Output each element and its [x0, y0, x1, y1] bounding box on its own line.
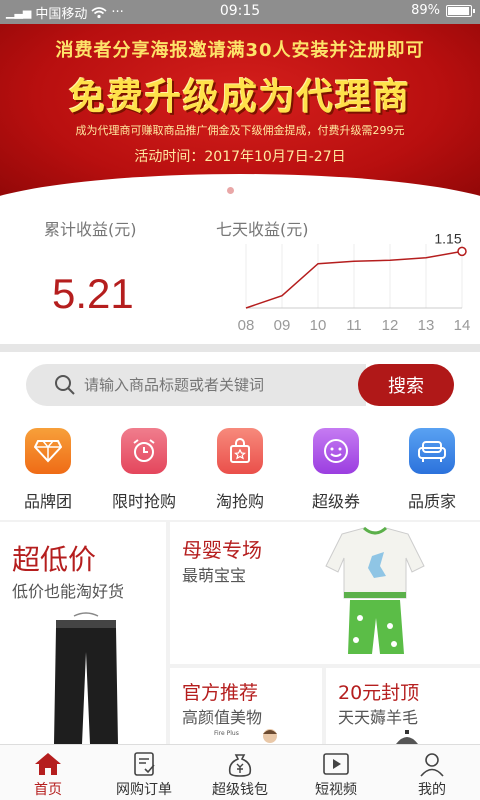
category-label: 超级券 [311, 492, 360, 511]
clock: 09:15 [219, 3, 261, 19]
promo-banner[interactable]: 消费者分享海报邀请满30人安装并注册即可 免费升级成为代理商 成为代理商可赚取商… [0, 24, 480, 204]
smiley-coupon-icon [313, 428, 359, 474]
category-label: 淘抢购 [215, 492, 264, 511]
tile-subtitle: 天天薅羊毛 [338, 708, 419, 727]
category-label: 品牌团 [23, 492, 72, 511]
section-divider [0, 344, 480, 352]
total-earnings-value: 5.21 [52, 270, 134, 317]
category-row: 品牌团 限时抢购 淘抢购 超级券 品质家 [0, 420, 480, 520]
diamond-icon [25, 428, 71, 474]
alarm-clock-icon [121, 428, 167, 474]
tile-title: 超低价 [12, 543, 97, 576]
battery-icon [446, 4, 475, 17]
chart-tick-label: 10 [310, 317, 327, 334]
user-icon [420, 753, 444, 777]
tile-super-low-price[interactable]: 超低价 低价也能淘好货 [0, 522, 166, 744]
chart-data-label: 1.15 [434, 234, 461, 246]
order-icon [134, 752, 155, 776]
category-label: 品质家 [407, 492, 456, 511]
banner-headline: 消费者分享海报邀请满30人安装并注册即可 [55, 40, 425, 61]
carousel-dots [0, 187, 480, 194]
earnings-panel: 累计收益(元) 5.21 七天收益(元) 1.15 08 09 10 11 12 13 14 [0, 204, 480, 344]
category-taoqiang[interactable]: 淘抢购 [192, 420, 288, 520]
tile-subtitle: 高颜值美物 [182, 708, 263, 727]
banner-title: 免费升级成为代理商 [68, 77, 411, 118]
video-icon [323, 753, 349, 775]
tab-home[interactable]: 首页 [0, 745, 96, 800]
search-icon [55, 375, 75, 395]
chart-tick-label: 11 [346, 317, 362, 334]
money-bag-icon [228, 754, 252, 777]
category-flash-sale[interactable]: 限时抢购 [96, 420, 192, 520]
promo-grid: 超低价 低价也能淘好货 母婴专场 最萌宝宝 官方推荐 高颜值美物 Fire Pl… [0, 522, 480, 744]
brand-tag: Fire Plus [214, 730, 239, 737]
tile-subtitle: 低价也能淘好货 [12, 582, 125, 601]
tile-subtitle: 最萌宝宝 [182, 566, 247, 585]
tab-label: 网购订单 [116, 782, 172, 798]
product-image [263, 729, 277, 743]
tab-label: 首页 [34, 782, 62, 798]
battery-percent: 89% [411, 3, 440, 18]
chart-tick-label: 12 [382, 317, 399, 334]
carousel-dot-active[interactable] [246, 187, 253, 194]
chart-tick-label: 14 [454, 317, 471, 334]
tile-mother-baby[interactable]: 母婴专场 最萌宝宝 [170, 522, 480, 664]
tile-title: 官方推荐 [182, 682, 259, 704]
chart-tick-label: 13 [418, 317, 435, 334]
search-button[interactable]: 搜索 [358, 364, 454, 406]
category-brand[interactable]: 品牌团 [0, 420, 96, 520]
category-label: 限时抢购 [111, 492, 176, 511]
tile-twenty-yuan[interactable]: 20元封顶 天天薅羊毛 [326, 668, 480, 744]
category-quality-home[interactable]: 品质家 [384, 420, 480, 520]
tab-wallet[interactable]: 超级钱包 [192, 745, 288, 800]
search-box[interactable] [26, 364, 366, 406]
tile-title: 母婴专场 [182, 538, 262, 562]
tab-videos[interactable]: 短视频 [288, 745, 384, 800]
category-super-coupon[interactable]: 超级券 [288, 420, 384, 520]
teapot-image [396, 730, 418, 744]
tab-orders[interactable]: 网购订单 [96, 745, 192, 800]
carousel-dot[interactable] [227, 187, 234, 194]
tab-profile[interactable]: 我的 [384, 745, 480, 800]
shopping-bag-icon [217, 428, 263, 474]
tab-label: 超级钱包 [212, 782, 268, 798]
week-earnings-chart: 1.15 08 09 10 11 12 13 14 [238, 234, 471, 334]
home-icon [35, 753, 61, 775]
bottom-tab-bar: 首页 网购订单 超级钱包 短视频 我的 [0, 744, 480, 800]
tile-title: 20元封顶 [338, 682, 420, 704]
tab-label: 短视频 [315, 782, 357, 798]
trousers-image [54, 612, 118, 744]
total-earnings-label: 累计收益(元) [44, 220, 137, 239]
search-input[interactable] [84, 376, 354, 394]
tile-official-recommend[interactable]: 官方推荐 高颜值美物 Fire Plus [170, 668, 322, 744]
baby-clothes-image [325, 526, 425, 654]
chart-tick-label: 08 [238, 317, 255, 334]
chart-tick-label: 09 [274, 317, 291, 334]
tab-label: 我的 [418, 782, 446, 798]
status-bar: ▁▃▅ 中国移动 ··· 09:15 89% [0, 0, 480, 24]
banner-description: 成为代理商可赚取商品推广佣金及下级佣金提成，付费升级需299元 [75, 124, 405, 137]
chart-point [457, 246, 467, 257]
banner-date: 活动时间：2017年10月7日-27日 [134, 149, 346, 165]
sofa-icon [409, 428, 455, 474]
search-bar: 搜索 [0, 352, 480, 420]
